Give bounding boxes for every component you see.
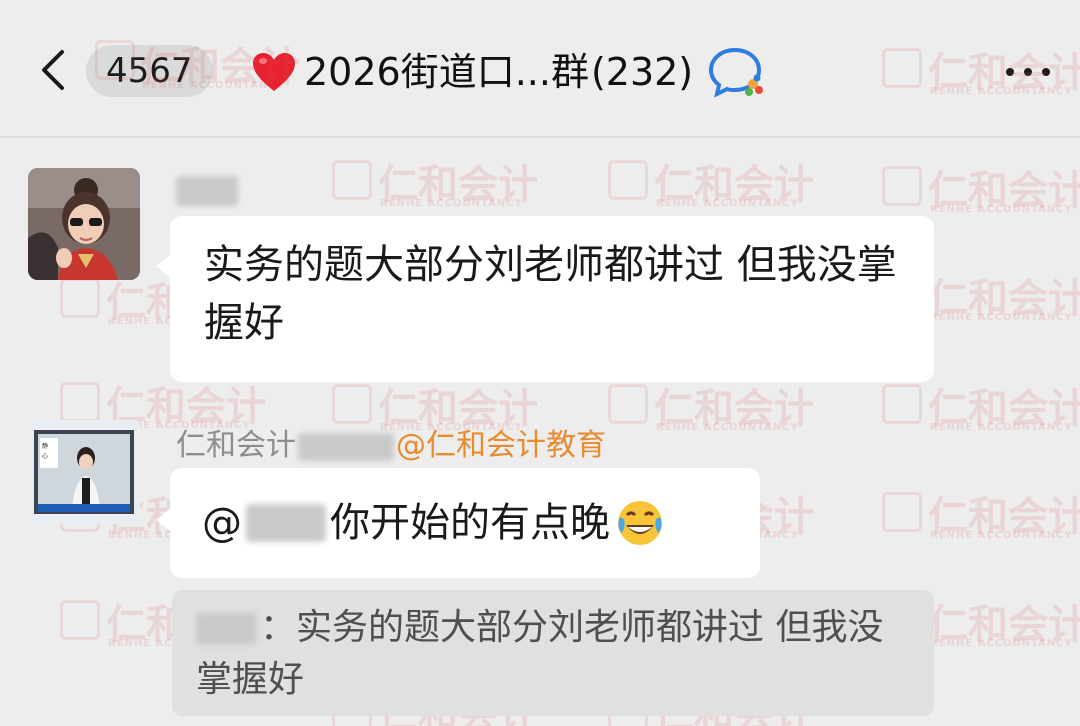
mention-at: @ <box>202 500 242 546</box>
message-text: 实务的题大部分刘老师都讲过 但我没掌握好 <box>204 242 897 346</box>
blurred-mention-name <box>246 504 326 542</box>
message-bubble[interactable]: 实务的题大部分刘老师都讲过 但我没掌握好 <box>156 216 934 382</box>
back-button[interactable] <box>30 40 76 100</box>
chat-app-icon[interactable] <box>707 44 767 100</box>
sender-name <box>176 172 238 207</box>
blurred-sender-name <box>176 175 238 206</box>
group-title: 2026街道口...群 <box>304 50 589 94</box>
svg-text:静: 静 <box>42 442 48 450</box>
message-text: 你开始的有点晚 <box>330 500 610 546</box>
quoted-text: ：实务的题大部分刘老师都讲过 但我没掌握好 <box>196 607 884 700</box>
heart-icon <box>253 53 295 91</box>
avatar[interactable] <box>28 168 140 280</box>
avatar[interactable]: 静 心 <box>28 420 140 524</box>
more-icon <box>1006 68 1050 76</box>
member-count: (232) <box>590 50 694 94</box>
quoted-message[interactable]: ：实务的题大部分刘老师都讲过 但我没掌握好 <box>172 590 934 716</box>
message-bubble[interactable]: @ 你开始的有点晚 <box>156 468 760 578</box>
sender-prefix: 仁和会计 <box>176 428 296 463</box>
sender-org-mention[interactable]: @仁和会计教育 <box>396 428 606 463</box>
blurred-sender-name <box>298 432 394 461</box>
girl-avatar-image <box>28 168 140 280</box>
cry-laugh-emoji-icon <box>618 501 662 545</box>
chat-header: 4567 2026街道口...群 (232) <box>0 0 1080 138</box>
back-arrow-icon <box>42 50 64 90</box>
header-divider <box>0 136 1080 138</box>
chat-title-group[interactable]: 2026街道口...群 (232) <box>250 40 767 104</box>
blurred-quoted-sender <box>196 613 256 645</box>
svg-text:心: 心 <box>42 453 48 460</box>
teacher-avatar-image: 静 心 <box>28 420 140 524</box>
unread-count-badge[interactable]: 4567 <box>86 45 213 97</box>
more-button[interactable] <box>1000 52 1056 92</box>
sender-name: 仁和会计 @仁和会计教育 <box>176 420 606 464</box>
